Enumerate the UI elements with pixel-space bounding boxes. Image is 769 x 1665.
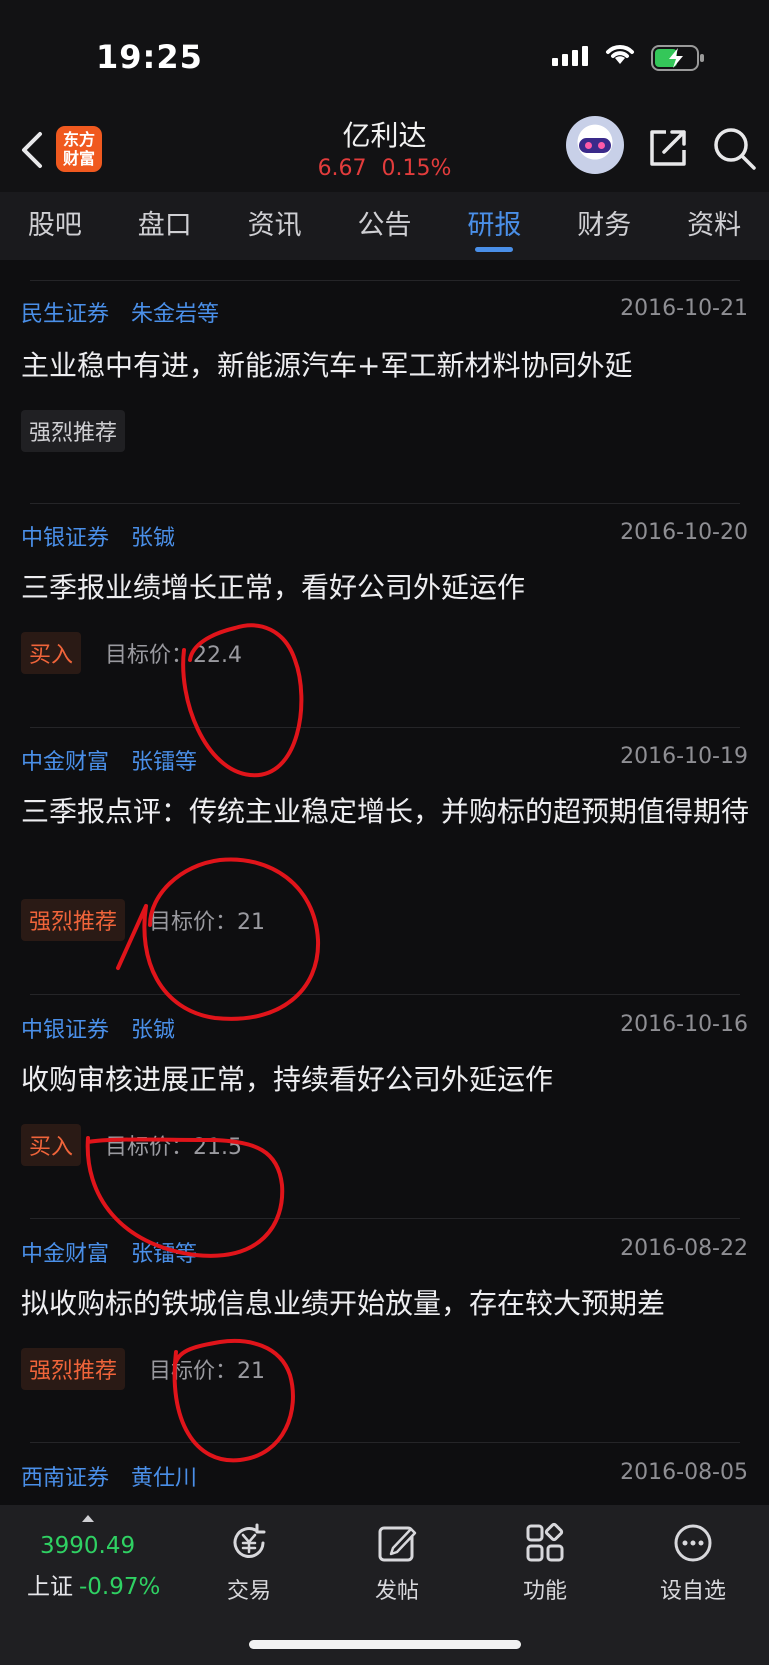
nav-add-watchlist[interactable]: 设自选 <box>643 1521 743 1605</box>
report-title: 拟收购标的铁城信息业绩开始放量，存在较大预期差 <box>21 1287 666 1320</box>
target-price: 目标价：21 <box>149 910 266 935</box>
report-title: 主业稳中有进，新能源汽车+军工新材料协同外延 <box>21 349 633 382</box>
rating-badge: 强烈推荐 <box>21 899 126 941</box>
status-time: 19:25 <box>96 38 203 76</box>
wifi-icon <box>606 45 634 64</box>
report-date: 2016-10-21 <box>620 296 748 321</box>
caret-up-icon[interactable] <box>82 1515 94 1522</box>
tab-pankou[interactable]: 盘口 <box>110 192 220 260</box>
broker-name[interactable]: 西南证券 <box>21 1466 109 1491</box>
report-item[interactable]: 中金财富 张镭等 2016-10-19 三季报点评：传统主业稳定增长，并购标的超预… <box>0 744 769 984</box>
analyst-name[interactable]: 朱金岩等 <box>131 302 219 327</box>
more-icon <box>674 1524 712 1562</box>
cellular-signal-icon <box>552 46 588 66</box>
divider <box>30 503 740 504</box>
divider <box>30 280 740 281</box>
research-report-list: 民生证券 朱金岩等 2016-10-21 主业稳中有进，新能源汽车+军工新材料协同… <box>0 260 769 1505</box>
nav-functions[interactable]: 功能 <box>495 1521 595 1605</box>
report-item[interactable]: 中银证券 张铖 2016-10-16 收购审核进展正常，持续看好公司外延运作 买入… <box>0 1012 769 1202</box>
status-bar: 19:25 <box>0 0 769 110</box>
edit-icon <box>378 1526 417 1562</box>
stock-change-pct: 0.15% <box>381 156 452 181</box>
report-item[interactable]: 西南证券 黄仕川 2016-08-05 <box>0 1460 769 1505</box>
broker-name[interactable]: 中金财富 <box>21 1242 109 1267</box>
report-date: 2016-10-16 <box>620 1012 748 1037</box>
tab-company-info[interactable]: 资料 <box>659 192 769 260</box>
index-name: 上证 <box>27 1574 73 1600</box>
report-date: 2016-10-19 <box>620 744 748 769</box>
tab-research-reports[interactable]: 研报 <box>439 192 549 260</box>
section-tabs: 股吧 盘口 资讯 公告 研报 财务 资料 <box>0 192 769 260</box>
search-icon[interactable] <box>712 126 758 172</box>
report-item[interactable]: 中银证券 张铖 2016-10-20 三季报业绩增长正常，看好公司外延运作 买入 … <box>0 520 769 710</box>
rating-badge: 买入 <box>21 1124 82 1166</box>
divider <box>30 727 740 728</box>
report-item[interactable]: 中金财富 张镭等 2016-08-22 拟收购标的铁城信息业绩开始放量，存在较大预… <box>0 1236 769 1426</box>
index-quote[interactable]: 上证 -0.97% <box>27 1567 160 1601</box>
index-change: -0.97% <box>79 1574 161 1600</box>
rating-badge: 买入 <box>21 632 82 674</box>
analyst-name[interactable]: 张铖 <box>131 526 175 551</box>
analyst-name[interactable]: 张镭等 <box>131 750 197 775</box>
report-title: 三季报业绩增长正常，看好公司外延运作 <box>21 571 526 604</box>
analyst-name[interactable]: 黄仕川 <box>131 1466 197 1491</box>
tab-announcements[interactable]: 公告 <box>330 192 440 260</box>
nav-trade[interactable]: 交易 <box>199 1521 299 1605</box>
rating-badge: 强烈推荐 <box>21 1348 126 1390</box>
index-value[interactable]: 3990.49 <box>40 1533 135 1559</box>
divider <box>30 1442 740 1443</box>
target-price: 目标价：21.5 <box>105 1135 243 1160</box>
stock-price: 6.67 <box>317 156 367 181</box>
report-item[interactable]: 民生证券 朱金岩等 2016-10-21 主业稳中有进，新能源汽车+军工新材料协同… <box>0 296 769 480</box>
report-date: 2016-10-20 <box>620 520 748 545</box>
tab-financials[interactable]: 财务 <box>549 192 659 260</box>
analyst-name[interactable]: 张镭等 <box>131 1242 197 1267</box>
stock-header: 东方 财富 亿利达 6.67 0.15% <box>0 110 769 192</box>
battery-charging-icon <box>651 45 704 71</box>
rating-badge: 强烈推荐 <box>21 410 126 452</box>
broker-name[interactable]: 民生证券 <box>21 302 109 327</box>
yen-cycle-icon <box>233 1523 266 1558</box>
report-date: 2016-08-22 <box>620 1236 748 1261</box>
broker-name[interactable]: 中银证券 <box>21 526 109 551</box>
tab-news[interactable]: 资讯 <box>220 192 330 260</box>
target-price: 目标价：21 <box>149 1359 266 1384</box>
analyst-name[interactable]: 张铖 <box>131 1018 175 1043</box>
divider <box>30 994 740 995</box>
tab-guba[interactable]: 股吧 <box>0 192 110 260</box>
divider <box>30 1218 740 1219</box>
broker-name[interactable]: 中金财富 <box>21 750 109 775</box>
report-title: 三季报点评：传统主业稳定增长，并购标的超预期值得期待 <box>21 795 750 828</box>
assistant-robot-icon[interactable] <box>566 116 624 174</box>
share-icon[interactable] <box>646 126 690 170</box>
broker-name[interactable]: 中银证券 <box>21 1018 109 1043</box>
report-title: 收购审核进展正常，持续看好公司外延运作 <box>21 1063 554 1096</box>
grid-icon <box>526 1522 564 1562</box>
report-date: 2016-08-05 <box>620 1460 748 1485</box>
nav-post[interactable]: 发帖 <box>347 1521 447 1605</box>
home-indicator[interactable] <box>249 1640 521 1649</box>
target-price: 目标价：22.4 <box>105 643 243 668</box>
